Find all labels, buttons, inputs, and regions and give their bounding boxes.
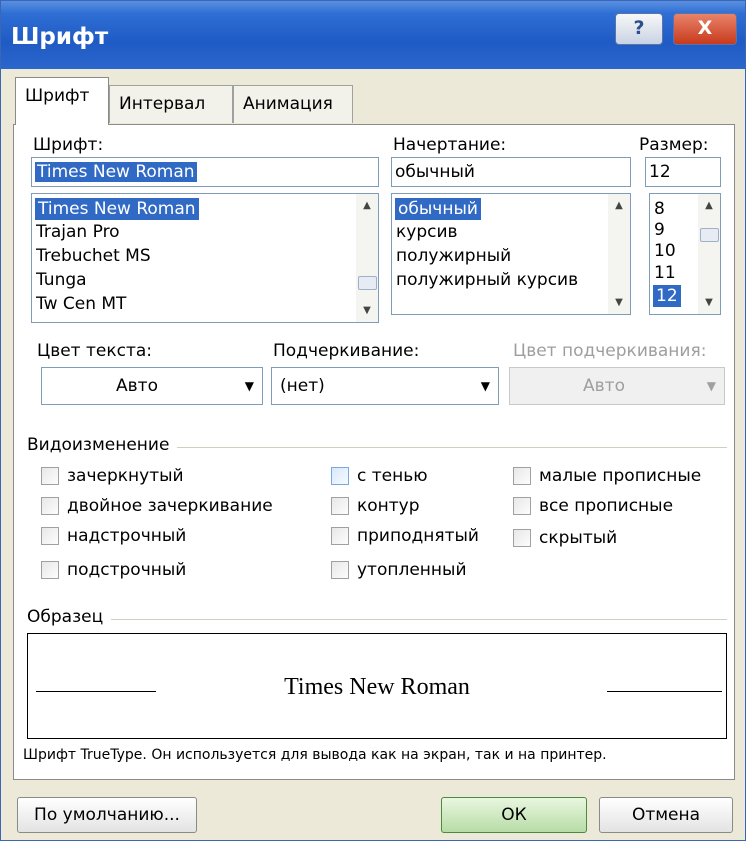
emboss-label[interactable]: приподнятый (357, 526, 479, 546)
all-caps-label[interactable]: все прописные (539, 496, 673, 516)
size-input[interactable]: 12 (645, 157, 721, 187)
underline-label: Подчеркивание: (273, 341, 420, 361)
style-input[interactable]: обычный (391, 157, 631, 187)
set-default-button[interactable]: По умолчанию... (17, 797, 197, 833)
subscript-checkbox[interactable] (41, 561, 59, 579)
text-color-select[interactable]: Авто ▼ (41, 367, 263, 405)
list-item[interactable]: полужирный (396, 245, 511, 267)
size-list[interactable]: 8 9 10 11 12 ▲ ▼ (649, 193, 721, 315)
close-button[interactable]: X (673, 13, 737, 45)
list-item[interactable]: полужирный курсив (396, 269, 578, 291)
sample-divider (27, 619, 727, 620)
strikethrough-checkbox[interactable] (41, 467, 59, 485)
tab-font[interactable]: Шрифт (15, 77, 109, 125)
engrave-checkbox[interactable] (331, 561, 349, 579)
style-list[interactable]: обычный курсив полужирный полужирный кур… (391, 193, 631, 315)
style-label: Начертание: (393, 135, 507, 155)
small-caps-label[interactable]: малые прописные (539, 466, 701, 486)
size-list-scrollbar[interactable]: ▲ ▼ (698, 194, 720, 314)
chevron-down-icon: ▼ (480, 379, 490, 393)
list-item[interactable]: Times New Roman (35, 198, 199, 220)
chevron-down-icon: ▼ (706, 379, 716, 393)
text-color-label: Цвет текста: (37, 341, 153, 361)
chevron-down-icon: ▼ (244, 379, 254, 393)
list-item[interactable]: Tunga (36, 269, 87, 291)
dialog-title: Шрифт (11, 24, 109, 50)
sample-preview: Times New Roman (27, 633, 727, 739)
list-item[interactable]: Trajan Pro (36, 221, 120, 243)
underline-color-select: Авто ▼ (509, 367, 725, 405)
shadow-checkbox[interactable] (331, 467, 349, 485)
list-item[interactable]: 10 (654, 240, 676, 262)
hidden-label[interactable]: скрытый (539, 528, 617, 548)
engrave-label[interactable]: утопленный (357, 560, 467, 580)
outline-label[interactable]: контур (357, 496, 420, 516)
help-button[interactable]: ? (615, 13, 663, 45)
font-input[interactable]: Times New Roman (31, 157, 379, 187)
all-caps-checkbox[interactable] (513, 497, 531, 515)
ok-button[interactable]: ОК (441, 797, 587, 833)
superscript-label[interactable]: надстрочный (67, 526, 186, 546)
double-strikethrough-checkbox[interactable] (41, 497, 59, 515)
font-label: Шрифт: (33, 135, 104, 155)
small-caps-checkbox[interactable] (513, 467, 531, 485)
double-strikethrough-label[interactable]: двойное зачеркивание (67, 496, 273, 516)
scroll-down-icon[interactable]: ▼ (608, 297, 630, 308)
scroll-up-icon[interactable]: ▲ (698, 200, 720, 211)
superscript-checkbox[interactable] (41, 527, 59, 545)
font-dialog: Шрифт ? X Шрифт Интервал Анимация Шрифт:… (0, 0, 746, 841)
hidden-checkbox[interactable] (513, 529, 531, 547)
list-item[interactable]: 11 (654, 262, 676, 284)
font-info-text: Шрифт TrueType. Он используется для выво… (23, 747, 607, 763)
list-item[interactable]: 9 (654, 219, 665, 241)
list-item[interactable]: Tw Cen MT (36, 293, 126, 315)
size-label: Размер: (639, 135, 709, 155)
scroll-thumb[interactable] (700, 228, 719, 242)
sample-group-label: Образец (27, 607, 112, 627)
shadow-label[interactable]: с тенью (357, 466, 428, 486)
tab-animation[interactable]: Анимация (233, 85, 353, 123)
font-list-scrollbar[interactable]: ▲ ▼ (356, 194, 378, 322)
outline-checkbox[interactable] (331, 497, 349, 515)
strikethrough-label[interactable]: зачеркнутый (67, 466, 184, 486)
cancel-button[interactable]: Отмена (599, 797, 733, 833)
font-list[interactable]: Times New Roman Trajan Pro Trebuchet MS … (31, 193, 379, 323)
scroll-up-icon[interactable]: ▲ (608, 200, 630, 211)
list-item[interactable]: 12 (653, 285, 681, 307)
list-item[interactable]: Trebuchet MS (36, 245, 151, 267)
emboss-checkbox[interactable] (331, 527, 349, 545)
subscript-label[interactable]: подстрочный (67, 560, 186, 580)
scroll-down-icon[interactable]: ▼ (356, 305, 378, 316)
list-item[interactable]: обычный (395, 198, 481, 220)
list-item[interactable]: курсив (396, 221, 458, 243)
scroll-down-icon[interactable]: ▼ (698, 297, 720, 308)
title-bar: Шрифт ? X (1, 1, 745, 69)
effects-group-label: Видоизменение (27, 435, 178, 455)
scroll-thumb[interactable] (358, 276, 377, 290)
preview-line-right (607, 691, 722, 692)
help-icon: ? (633, 17, 645, 39)
list-item[interactable]: 8 (654, 198, 665, 220)
style-list-scrollbar[interactable]: ▲ ▼ (608, 194, 630, 314)
tab-spacing[interactable]: Интервал (109, 85, 233, 123)
underline-color-label: Цвет подчеркивания: (513, 341, 707, 361)
close-icon: X (697, 17, 713, 39)
scroll-up-icon[interactable]: ▲ (356, 200, 378, 211)
preview-text: Times New Roman (284, 674, 470, 700)
underline-select[interactable]: (нет) ▼ (271, 367, 499, 405)
